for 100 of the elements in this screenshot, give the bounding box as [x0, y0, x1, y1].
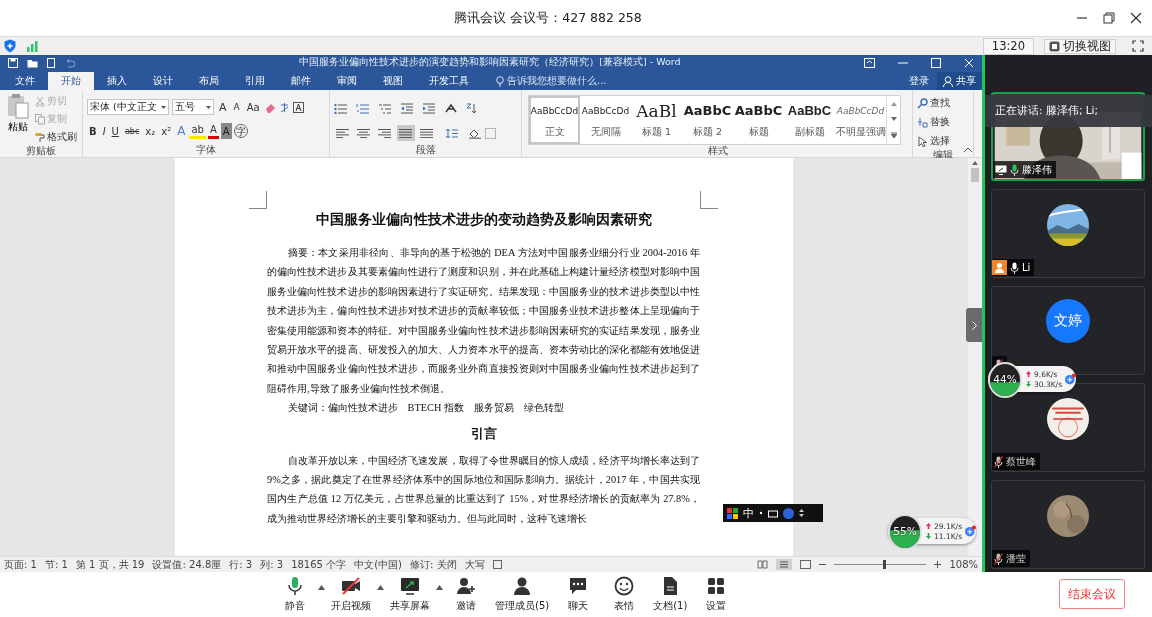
- more-styles-icon[interactable]: [890, 132, 897, 139]
- font-name-dropdown[interactable]: 宋体 (中文正文: [87, 99, 169, 115]
- restore-icon[interactable]: [1103, 12, 1115, 24]
- chinese-layout-icon[interactable]: [444, 102, 458, 114]
- multilevel-list-icon[interactable]: [378, 102, 392, 114]
- menu-arrows-icon: [799, 508, 804, 518]
- folder-icon[interactable]: [27, 57, 38, 68]
- ribbon-tab[interactable]: 视图: [370, 72, 416, 90]
- web-layout-icon[interactable]: [800, 560, 812, 569]
- editing-button[interactable]: 查找: [917, 95, 950, 111]
- tell-me-field[interactable]: 告诉我您想要做什么...: [507, 74, 607, 88]
- line-spacing-icon[interactable]: [445, 127, 459, 139]
- ribbon-tab[interactable]: 审阅: [324, 72, 370, 90]
- toolbar-button[interactable]: 静音: [272, 576, 318, 613]
- ime-toolbar[interactable]: 中: [723, 504, 823, 522]
- format-button[interactable]: I: [100, 123, 108, 139]
- sidebar-toggle[interactable]: [966, 308, 982, 342]
- save-icon[interactable]: [8, 57, 18, 68]
- read-mode-icon[interactable]: [757, 560, 769, 569]
- font-size-dropdown[interactable]: 五号: [172, 99, 214, 115]
- collapse-ribbon-icon[interactable]: [964, 147, 972, 152]
- format-button[interactable]: A: [207, 123, 219, 139]
- shading-icon[interactable]: [468, 127, 482, 139]
- toolbar-button[interactable]: 管理成员(5): [489, 576, 556, 613]
- format-button[interactable]: Aa: [244, 99, 262, 115]
- ribbon-tab[interactable]: 开始: [48, 72, 94, 90]
- format-button[interactable]: A: [217, 99, 229, 115]
- toolbar-button[interactable]: 共享屏幕: [384, 576, 436, 613]
- usage-gauge: [988, 362, 1022, 398]
- add-person-icon: [456, 576, 476, 596]
- increase-indent-icon[interactable]: [422, 102, 436, 114]
- format-button[interactable]: A: [175, 123, 188, 139]
- print-layout-icon[interactable]: [776, 559, 793, 570]
- toolbar-button[interactable]: 表情: [601, 576, 648, 613]
- bullet-list-icon[interactable]: [334, 102, 348, 114]
- align-justify-button[interactable]: [397, 125, 415, 141]
- style-item[interactable]: AaBbCcDd 不明显强调: [835, 96, 886, 144]
- style-item[interactable]: AaBbCcDd 正文: [529, 96, 580, 144]
- ribbon-tab[interactable]: 布局: [186, 72, 232, 90]
- close-icon[interactable]: [1130, 12, 1142, 24]
- caret-icon[interactable]: [377, 585, 384, 590]
- format-button[interactable]: x²: [159, 123, 174, 139]
- clipboard-button[interactable]: 格式刷: [35, 129, 77, 145]
- scroll-down-icon[interactable]: [890, 117, 897, 121]
- scrollbar-thumb[interactable]: [971, 168, 979, 182]
- document-title: 中国服务业偏向性技术进步的变动趋势及影响因素研究: [314, 211, 653, 229]
- fullscreen-icon[interactable]: [1132, 40, 1144, 52]
- zoom-in-icon[interactable]: [934, 561, 942, 568]
- caret-icon[interactable]: [318, 585, 325, 590]
- maximize-icon[interactable]: [931, 57, 941, 68]
- scroll-up-icon[interactable]: [972, 161, 978, 165]
- toolbar-button[interactable]: 文档(1): [647, 576, 694, 613]
- ribbon-tab[interactable]: 开发工具: [416, 72, 482, 90]
- switch-view-button[interactable]: 切换视图: [1044, 38, 1116, 54]
- ribbon-tab[interactable]: 引用: [232, 72, 278, 90]
- undo-icon[interactable]: [64, 57, 76, 68]
- style-item[interactable]: AaBbC 副标题: [784, 96, 835, 144]
- caret-icon[interactable]: [436, 585, 443, 590]
- ribbon-tab[interactable]: 设计: [140, 72, 186, 90]
- toolbar-button[interactable]: 邀请: [443, 576, 489, 613]
- style-item[interactable]: AaBbCcDd 无间隔: [580, 96, 631, 144]
- toolbar-button[interactable]: 聊天: [555, 576, 602, 613]
- ribbon-tab[interactable]: 文件: [2, 72, 48, 90]
- format-button[interactable]: B: [87, 123, 99, 139]
- zoom-out-icon[interactable]: [819, 561, 827, 568]
- toolbar-button[interactable]: 开启视频: [325, 576, 377, 613]
- ribbon-tab[interactable]: 插入: [94, 72, 140, 90]
- status-item: 修订: 关闭: [409, 557, 457, 572]
- format-button[interactable]: U: [109, 123, 121, 139]
- sign-in-link[interactable]: 登录: [901, 72, 937, 90]
- expand-plus-icon[interactable]: [1065, 371, 1076, 387]
- section-heading: 引言: [469, 425, 498, 443]
- paste-button[interactable]: 粘贴: [4, 93, 32, 145]
- end-meeting-button[interactable]: 结束会议: [1059, 579, 1125, 609]
- meeting-title: 腾讯会议 会议号：427 882 258: [453, 9, 643, 27]
- format-button[interactable]: A: [220, 123, 232, 139]
- editing-button[interactable]: 替换: [917, 114, 950, 130]
- participant-tile[interactable]: 潘莹: [991, 480, 1145, 569]
- format-button[interactable]: abc: [122, 123, 142, 139]
- sort-icon[interactable]: [466, 102, 478, 114]
- editing-button[interactable]: 选择: [917, 133, 950, 149]
- format-button[interactable]: x₂: [143, 123, 158, 139]
- ribbon-tab[interactable]: 邮件: [278, 72, 324, 90]
- style-item[interactable]: AaBbC 标题 2: [682, 96, 733, 144]
- toolbar-button[interactable]: 设置: [693, 576, 740, 613]
- format-button[interactable]: ab: [189, 123, 206, 139]
- style-item[interactable]: AaBbC 标题: [733, 96, 784, 144]
- style-item[interactable]: AaBl 标题 1: [631, 96, 682, 144]
- scroll-up-icon[interactable]: [890, 101, 897, 106]
- align-justify-icon: [399, 128, 413, 138]
- eraser-icon[interactable]: [264, 101, 276, 113]
- format-button[interactable]: A: [231, 99, 242, 115]
- text-border-icon[interactable]: [292, 101, 304, 113]
- share-button[interactable]: 共享: [937, 72, 982, 90]
- new-document-icon[interactable]: [47, 57, 55, 68]
- decrease-indent-icon[interactable]: [400, 102, 414, 114]
- ribbon-display-icon[interactable]: [864, 57, 875, 68]
- speaking-banner: 正在讲话: 滕泽伟; Li;: [985, 95, 1152, 127]
- participant-tile[interactable]: Li: [991, 189, 1145, 278]
- pinyin-icon[interactable]: [278, 101, 290, 113]
